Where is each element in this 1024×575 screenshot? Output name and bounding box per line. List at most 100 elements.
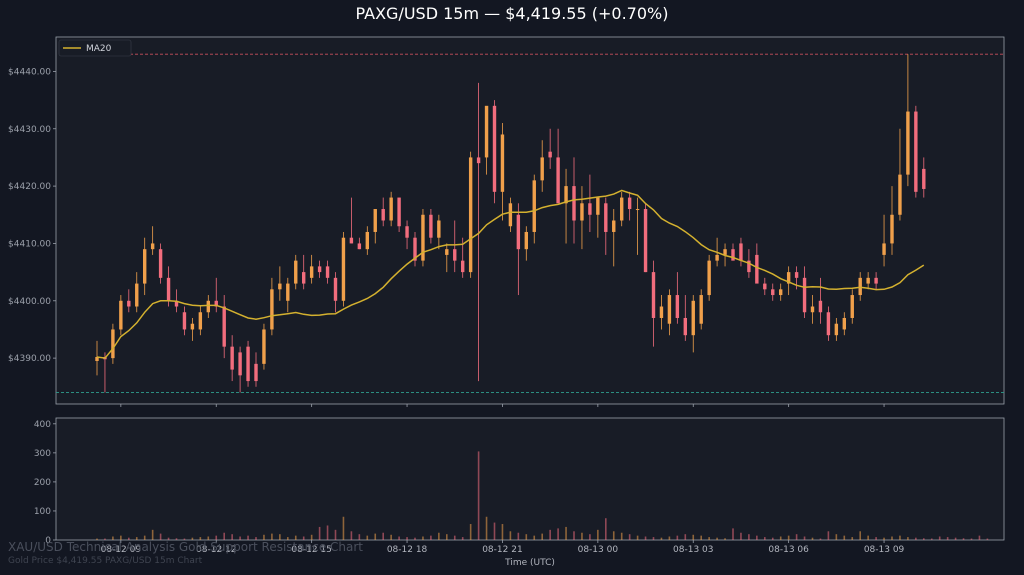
candle-body (699, 295, 703, 324)
volume-bar (461, 537, 464, 540)
volume-bar (843, 535, 846, 540)
volume-bar (938, 536, 941, 540)
price-tick-label: $4420.00 (8, 182, 51, 192)
candle-body (906, 111, 910, 175)
volume-bar (318, 526, 321, 540)
candle-body (667, 295, 672, 324)
volume-bar (573, 531, 575, 540)
candle-body (270, 289, 274, 330)
volume-bar (811, 537, 814, 540)
candle-body (922, 168, 926, 189)
candle-body (317, 266, 322, 273)
volume-bar (708, 537, 710, 540)
volume-bar (891, 536, 893, 540)
candle-body (302, 272, 306, 284)
volume-bar (684, 534, 687, 540)
watermark-sub: Gold Price $4,419.55 PAXG/USD 15m Chart (8, 556, 203, 566)
volume-bar (923, 538, 925, 540)
candle-body (492, 105, 497, 192)
volume-bar (636, 535, 639, 540)
candle-body (659, 306, 664, 318)
volume-bar (946, 537, 949, 540)
volume-bar (827, 531, 830, 540)
candle-body (516, 214, 521, 250)
candle-body (190, 323, 195, 330)
volume-bar (978, 535, 981, 540)
candle-body (357, 243, 362, 250)
candle-body (309, 266, 314, 278)
candle-body (524, 231, 528, 250)
volume-bar (954, 537, 957, 540)
volume-bar (605, 518, 607, 540)
candle-body (333, 277, 338, 301)
volume-bar (986, 538, 989, 540)
watermark-main: XAU/USD Technical Analysis Gold Support … (8, 540, 363, 554)
volume-bar (875, 537, 877, 540)
candle-body (405, 226, 409, 238)
candle-body (453, 249, 457, 261)
candle-body (230, 346, 234, 370)
volume-bar (565, 526, 567, 540)
candle-body (755, 254, 759, 284)
candle-body (723, 249, 727, 255)
candle-body (222, 306, 226, 347)
volume-bar (493, 522, 496, 540)
candle-body (707, 260, 711, 296)
candle-body (127, 300, 131, 307)
candle-body (135, 283, 139, 307)
candle-body (294, 260, 298, 284)
candle-body (429, 214, 433, 238)
price-tick-label: $4440.00 (8, 67, 51, 77)
candle-body (238, 352, 242, 376)
volume-bar (764, 537, 766, 540)
candle-body (882, 243, 886, 255)
candle-body (182, 312, 187, 330)
legend-ma20-label: MA20 (86, 44, 112, 54)
volume-bar (907, 537, 909, 540)
volume-bar (438, 532, 440, 540)
candle-body (651, 272, 656, 318)
volume-bar (151, 529, 154, 540)
price-panel-frame (55, 36, 1005, 405)
candle-body (468, 157, 473, 273)
candle-body (572, 186, 576, 221)
volume-bar (382, 532, 384, 540)
volume-bar (533, 535, 536, 540)
candle-body (763, 283, 767, 290)
volume-bar (660, 537, 663, 540)
candle-body (604, 203, 608, 232)
volume-bar (589, 534, 591, 540)
candle-body (500, 134, 505, 192)
candle-body (397, 197, 401, 227)
volume-bar (962, 538, 965, 540)
volume-bar (453, 535, 456, 540)
volume-tick-label: 100 (34, 507, 51, 517)
volume-bar (644, 536, 647, 540)
volume-bar (612, 531, 615, 540)
candle-body (508, 203, 513, 227)
candle-body (818, 300, 823, 313)
volume-bar (334, 529, 337, 540)
chart-stage: PAXG/USD 15m — $4,419.55 (+0.70%) $4390.… (0, 0, 1024, 575)
candle-body (866, 277, 870, 284)
volume-bar (779, 536, 782, 540)
volume-bar (899, 535, 901, 540)
volume-panel-frame (55, 417, 1005, 541)
candle-body (834, 323, 839, 336)
volume-bar (930, 538, 933, 540)
candle-body (874, 277, 878, 284)
x-tick-label: 08-12 18 (387, 545, 428, 555)
volume-bar (374, 533, 377, 540)
volume-bar (597, 529, 599, 540)
volume-bar (740, 532, 742, 540)
x-tick-label: 08-13 09 (864, 545, 905, 555)
candle-body (826, 312, 831, 336)
volume-bar (620, 532, 623, 540)
candle-body (445, 249, 449, 255)
x-tick-label: 08-13 03 (673, 545, 713, 555)
volume-bar (795, 534, 798, 540)
volume-bar (859, 531, 861, 540)
volume-bar (501, 524, 504, 540)
volume-bar (581, 532, 583, 540)
volume-bar (350, 531, 353, 540)
